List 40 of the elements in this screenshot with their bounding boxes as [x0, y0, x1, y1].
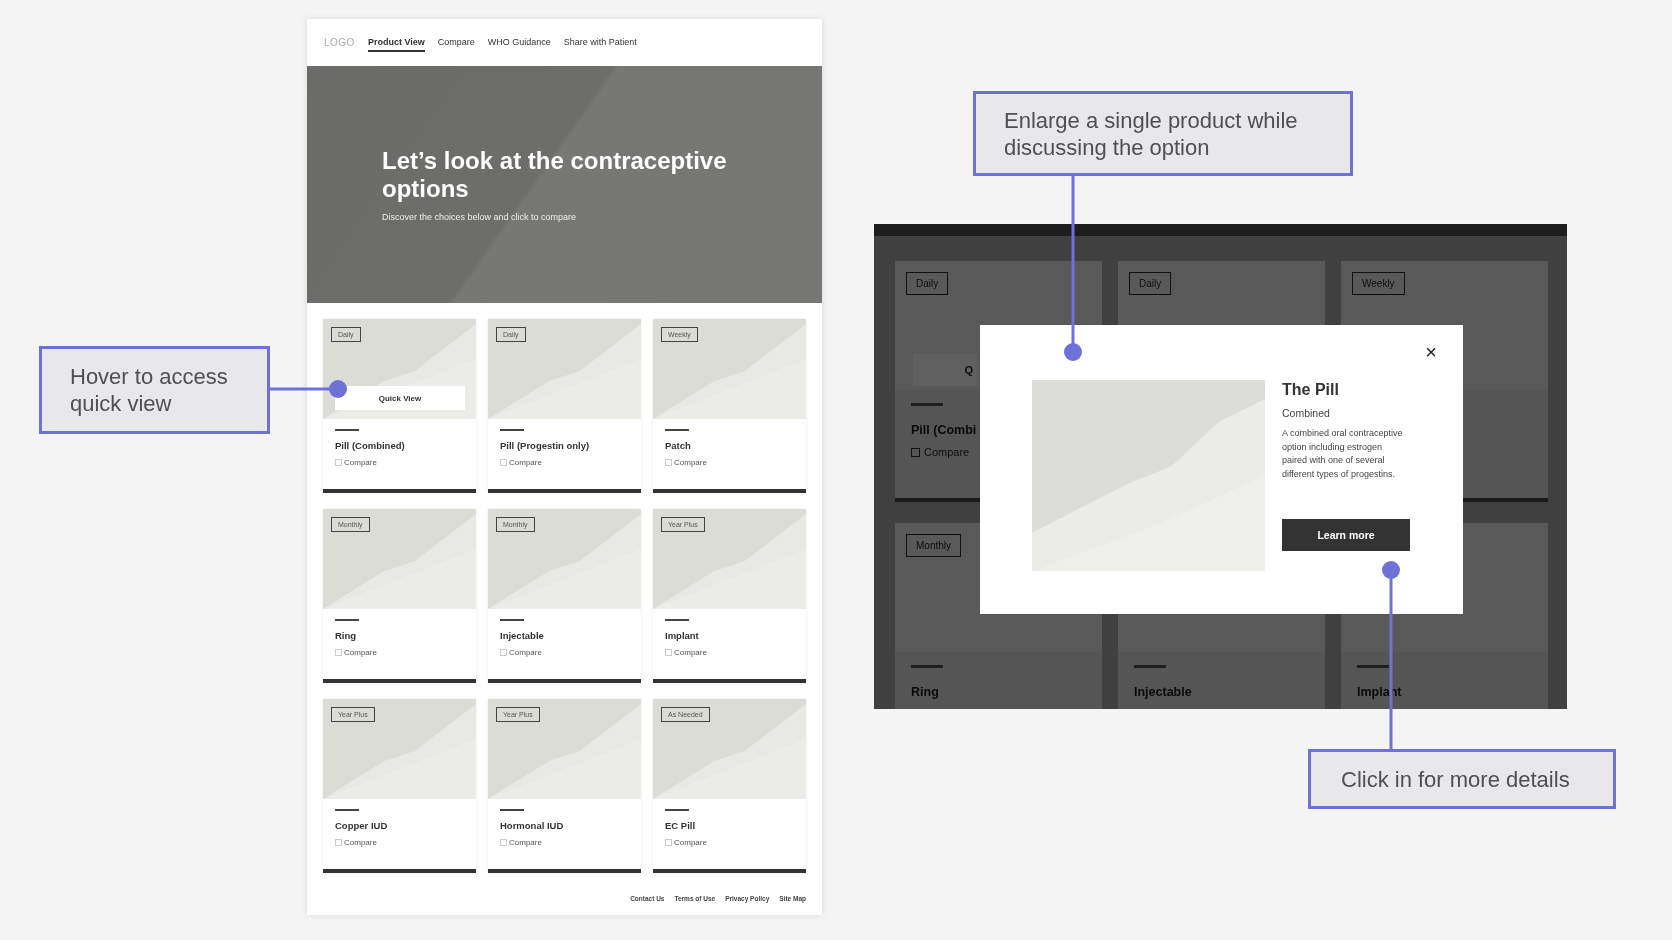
modal-description: A combined oral contraceptive option including estrogen paired with one of several different types of progestins. — [1282, 427, 1404, 481]
close-button[interactable]: × — [1425, 342, 1437, 362]
product-name: Copper IUD — [335, 820, 389, 831]
compare-label: Compare — [509, 648, 542, 657]
compare-label: Compare — [344, 458, 377, 467]
nav-tab[interactable]: Share with Patient — [563, 33, 637, 52]
logo: LOGO — [324, 37, 355, 48]
modal-title: The Pill — [1282, 381, 1340, 399]
nav-tab[interactable]: WHO Guidance — [487, 33, 551, 52]
quick-view-button[interactable]: Quick View — [335, 386, 465, 410]
compare-label: Compare — [509, 458, 542, 467]
nav-tab[interactable]: Compare — [437, 33, 475, 52]
annotation-callout: Click in for more details — [1308, 749, 1616, 809]
compare-label: Compare — [924, 446, 970, 458]
compare-label: Compare — [344, 838, 377, 847]
product-name: Hormonal IUD — [500, 820, 565, 831]
product-name: Pill (Progestin only) — [500, 440, 591, 451]
product-name: Patch — [665, 440, 692, 451]
compare-label: Compare — [674, 838, 707, 847]
hero-title: Let’s look at the contraceptive options — [382, 147, 728, 203]
modal-subtitle: Combined — [1282, 407, 1331, 419]
compare-label: Compare — [674, 648, 707, 657]
product-name: Pill (Combined) — [335, 440, 406, 451]
compare-label: Compare — [344, 648, 377, 657]
nav-tab[interactable]: Product View — [367, 33, 425, 52]
learn-more-button[interactable]: Learn more — [1282, 519, 1410, 551]
compare-checkbox[interactable] — [911, 447, 920, 457]
annotation-callout: Enlarge a single product while discussing the option — [973, 91, 1353, 176]
product-name: Ring — [335, 630, 358, 641]
frequency-tag: Weekly — [1352, 272, 1405, 295]
product-name: Injectable — [500, 630, 545, 641]
frequency-tag: Daily — [906, 272, 949, 295]
compare-label: Compare — [674, 458, 707, 467]
frequency-tag: Daily — [1129, 272, 1172, 295]
frequency-tag: Monthly — [906, 534, 961, 557]
hero-subtitle: Discover the choices below and click to compare — [382, 212, 578, 222]
product-name: Implant — [665, 630, 700, 641]
annotation-callout: Hover to access quick view — [39, 346, 270, 434]
compare-label: Compare — [509, 838, 542, 847]
product-name: EC Pill — [665, 820, 697, 831]
